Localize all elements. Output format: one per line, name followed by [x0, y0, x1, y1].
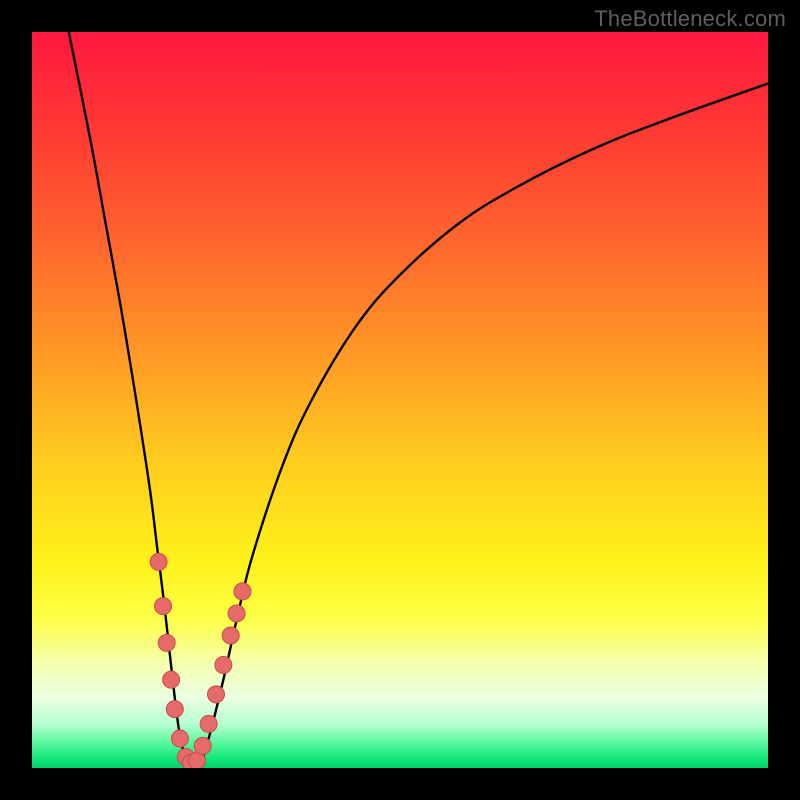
watermark-text: TheBottleneck.com	[594, 6, 786, 32]
marker-dot	[200, 715, 217, 732]
marker-dot	[194, 737, 211, 754]
curve-layer	[32, 32, 768, 768]
marker-dot	[234, 583, 251, 600]
marker-dot	[166, 701, 183, 718]
chart-frame: TheBottleneck.com	[0, 0, 800, 800]
marker-dot	[158, 634, 175, 651]
marker-dot	[215, 656, 232, 673]
marker-dot	[171, 730, 188, 747]
marker-dot	[163, 671, 180, 688]
marker-dot	[228, 605, 245, 622]
trough-markers	[150, 553, 251, 768]
plot-area	[32, 32, 768, 768]
marker-dot	[150, 553, 167, 570]
marker-dot	[208, 686, 225, 703]
marker-dot	[155, 598, 172, 615]
bottleneck-curve	[69, 32, 768, 765]
marker-dot	[222, 627, 239, 644]
